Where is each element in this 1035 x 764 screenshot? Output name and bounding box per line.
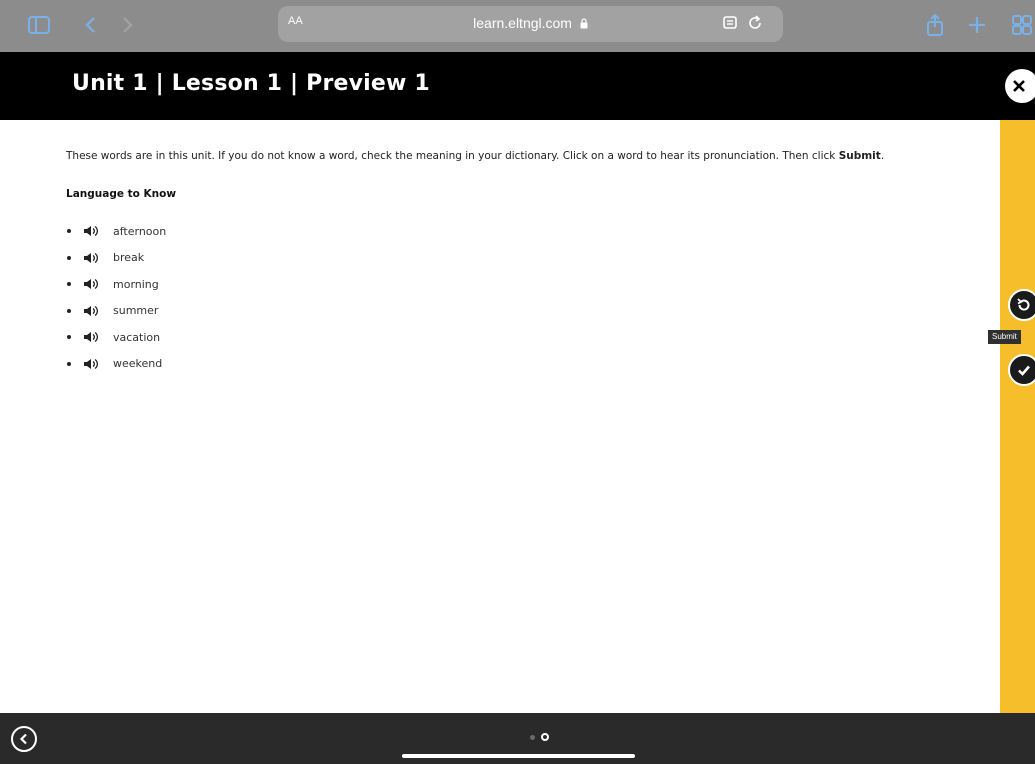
close-icon	[1013, 80, 1025, 92]
bullet	[67, 335, 71, 340]
checkmark-icon	[1016, 362, 1032, 378]
plus-icon[interactable]	[968, 10, 986, 40]
home-indicator	[402, 754, 635, 758]
browser-toolbar: AA learn.eltngl.com	[0, 0, 1035, 52]
instructions: These words are in this unit. If you do …	[66, 148, 966, 164]
reader-icon[interactable]	[723, 13, 739, 37]
speaker-icon[interactable]	[83, 304, 99, 318]
word-item[interactable]: summer	[66, 298, 966, 325]
word-link[interactable]: afternoon	[113, 225, 166, 238]
reset-button[interactable]	[1008, 289, 1035, 321]
instructions-end: .	[880, 150, 885, 162]
word-link[interactable]: break	[113, 251, 144, 264]
bullet	[67, 229, 71, 234]
tabs-icon[interactable]	[1012, 10, 1032, 40]
submit-button[interactable]	[1008, 354, 1035, 386]
page-title: Unit 1 | Lesson 1 | Preview 1	[72, 71, 430, 96]
chevron-left-icon[interactable]	[84, 10, 96, 40]
bullet	[67, 282, 71, 287]
word-link[interactable]: summer	[113, 304, 158, 317]
word-item[interactable]: weekend	[66, 351, 966, 378]
share-icon[interactable]	[926, 10, 944, 40]
bullet	[67, 255, 71, 260]
speaker-icon[interactable]	[83, 330, 99, 344]
back-button[interactable]	[11, 726, 37, 752]
url-text: learn.eltngl.com	[473, 15, 572, 31]
word-item[interactable]: afternoon	[66, 218, 966, 245]
instructions-text: These words are in this unit. If you do …	[66, 150, 839, 162]
address-bar[interactable]: AA learn.eltngl.com	[278, 6, 783, 42]
word-item[interactable]: morning	[66, 271, 966, 298]
word-link[interactable]: vacation	[113, 331, 160, 344]
word-item[interactable]: vacation	[66, 324, 966, 351]
word-list: afternoon break morning summer vacation weeke…	[66, 218, 966, 377]
instructions-bold: Submit	[838, 150, 881, 162]
chevron-right-icon[interactable]	[122, 10, 134, 40]
reload-icon[interactable]	[748, 13, 764, 37]
lock-icon	[580, 16, 588, 32]
bottom-bar	[0, 713, 1035, 764]
bullet	[67, 361, 71, 366]
chevron-left-icon	[19, 733, 29, 745]
close-button[interactable]	[1005, 69, 1035, 103]
page-indicator	[530, 733, 549, 741]
speaker-icon[interactable]	[83, 251, 99, 265]
speaker-icon[interactable]	[83, 224, 99, 238]
section-heading: Language to Know	[66, 188, 177, 200]
submit-tooltip: Submit	[988, 330, 1021, 344]
activity-content: These words are in this unit. If you do …	[66, 148, 966, 377]
speaker-icon[interactable]	[83, 357, 99, 371]
page-dot-active[interactable]	[541, 733, 549, 741]
lesson-header: Unit 1 | Lesson 1 | Preview 1	[0, 52, 1035, 120]
speaker-icon[interactable]	[83, 277, 99, 291]
page-dot[interactable]	[530, 734, 535, 740]
word-item[interactable]: break	[66, 245, 966, 272]
url-display[interactable]: learn.eltngl.com	[278, 15, 783, 32]
sidebar-icon[interactable]	[28, 10, 50, 40]
side-rail	[1000, 120, 1035, 713]
bullet	[67, 308, 71, 313]
word-link[interactable]: morning	[113, 278, 159, 291]
word-link[interactable]: weekend	[113, 357, 162, 370]
reset-icon	[1016, 297, 1032, 313]
